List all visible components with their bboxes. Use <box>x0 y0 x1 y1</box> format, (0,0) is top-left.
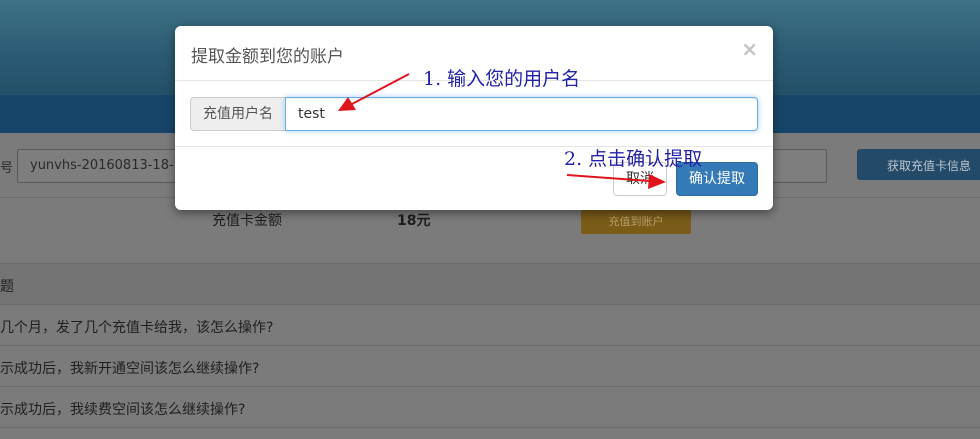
recharge-to-account-button[interactable]: 充值到账户 <box>581 210 691 234</box>
faq-item[interactable]: 示成功后，我新开通空间该怎么继续操作? <box>0 346 980 387</box>
card-number-value: yunvhs-20160813-18-7 <box>30 158 182 173</box>
faq-item[interactable]: 示成功后，我续费空间该怎么继续操作? <box>0 387 980 428</box>
modal-title: 提取金额到您的账户 <box>191 47 344 67</box>
annotation-step1: 1. 输入您的用户名 <box>423 68 581 90</box>
annotation-step2: 2. 点击确认提取 <box>564 148 703 170</box>
username-label: 充值用户名 <box>190 97 286 131</box>
card-number-label: 号 <box>0 161 14 176</box>
fetch-card-info-button[interactable]: 获取充值卡信息 <box>857 149 980 180</box>
faq-header: 题 <box>0 263 980 305</box>
card-amount-label: 充值卡金额 <box>212 213 282 229</box>
username-input-group: 充值用户名 <box>190 97 758 131</box>
withdraw-modal: 提取金额到您的账户 × 充值用户名 取消 确认提取 <box>175 26 773 210</box>
username-input[interactable] <box>285 97 758 131</box>
faq-item[interactable]: 几个月，发了几个充值卡给我，该怎么操作? <box>0 305 980 346</box>
card-amount-value: 18元 <box>397 213 431 229</box>
close-icon[interactable]: × <box>741 38 758 60</box>
